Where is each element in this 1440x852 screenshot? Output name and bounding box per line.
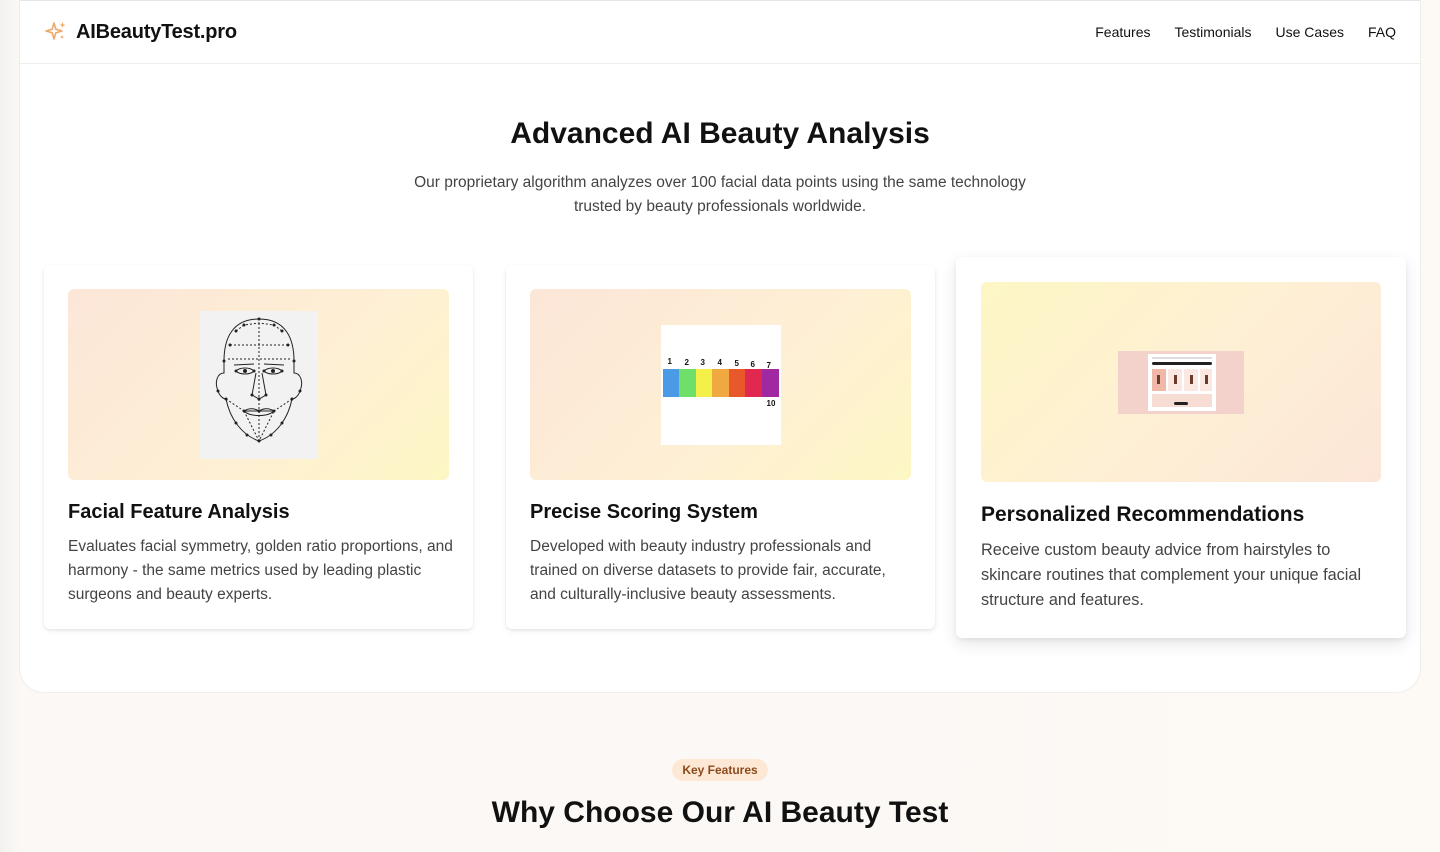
brand[interactable]: AIBeautyTest.pro bbox=[44, 20, 237, 44]
scale-label: 4 bbox=[717, 357, 722, 367]
card-scoring-system: 1 2 3 4 5 6 7 10 Precise Scoring System … bbox=[506, 265, 935, 629]
scale-bars bbox=[662, 368, 779, 397]
card-image-scoring: 1 2 3 4 5 6 7 10 bbox=[530, 289, 911, 480]
main-panel: AIBeautyTest.pro Features Testimonials U… bbox=[20, 0, 1420, 692]
card-title: Facial Feature Analysis bbox=[68, 501, 290, 523]
scale-bar bbox=[745, 368, 762, 397]
card-image-facial bbox=[68, 289, 449, 480]
scale-labels: 1 2 3 4 5 6 7 bbox=[667, 356, 777, 370]
card-image-recommendations bbox=[981, 282, 1381, 482]
navbar: AIBeautyTest.pro Features Testimonials U… bbox=[20, 1, 1420, 64]
brand-name: AIBeautyTest.pro bbox=[76, 20, 237, 43]
nav-links: Features Testimonials Use Cases FAQ bbox=[1095, 24, 1396, 40]
card-title: Precise Scoring System bbox=[530, 501, 758, 523]
nav-link-features[interactable]: Features bbox=[1095, 24, 1150, 40]
scale-label: 6 bbox=[750, 359, 755, 369]
score-scale-illustration: 1 2 3 4 5 6 7 10 bbox=[660, 324, 781, 445]
section-title: Why Choose Our AI Beauty Test bbox=[491, 796, 949, 829]
card-recommendations: Personalized Recommendations Receive cus… bbox=[956, 257, 1406, 638]
store-screenshot-illustration bbox=[1118, 350, 1244, 414]
scale-label: 3 bbox=[700, 357, 705, 367]
hero-title: Advanced AI Beauty Analysis bbox=[510, 117, 930, 150]
nav-link-testimonials[interactable]: Testimonials bbox=[1174, 24, 1251, 40]
scale-bar bbox=[728, 368, 746, 397]
card-facial-analysis: Facial Feature Analysis Evaluates facial… bbox=[44, 265, 473, 629]
scale-bar bbox=[761, 368, 779, 397]
sparkle-icon bbox=[45, 22, 66, 40]
card-description: Developed with beauty industry professio… bbox=[530, 538, 886, 603]
store-page bbox=[1148, 353, 1216, 411]
scale-label: 2 bbox=[684, 357, 689, 367]
nav-link-use-cases[interactable]: Use Cases bbox=[1276, 24, 1344, 40]
nav-link-faq[interactable]: FAQ bbox=[1368, 24, 1396, 40]
scale-label: 1 bbox=[667, 356, 672, 366]
scale-bar bbox=[679, 368, 696, 397]
scale-bar bbox=[662, 368, 680, 397]
scale-bar bbox=[712, 368, 729, 397]
scale-label: 5 bbox=[734, 358, 739, 368]
face-landmarks-illustration bbox=[199, 310, 318, 459]
card-description: Evaluates facial symmetry, golden ratio … bbox=[68, 538, 453, 603]
hero-subtitle: Our proprietary algorithm analyzes over … bbox=[414, 174, 1026, 215]
card-description: Receive custom beauty advice from hairst… bbox=[981, 541, 1362, 609]
card-title: Personalized Recommendations bbox=[981, 503, 1305, 526]
key-features-badge: Key Features bbox=[672, 759, 768, 781]
scale-bar bbox=[695, 368, 713, 397]
scale-max-label: 10 bbox=[766, 398, 776, 408]
